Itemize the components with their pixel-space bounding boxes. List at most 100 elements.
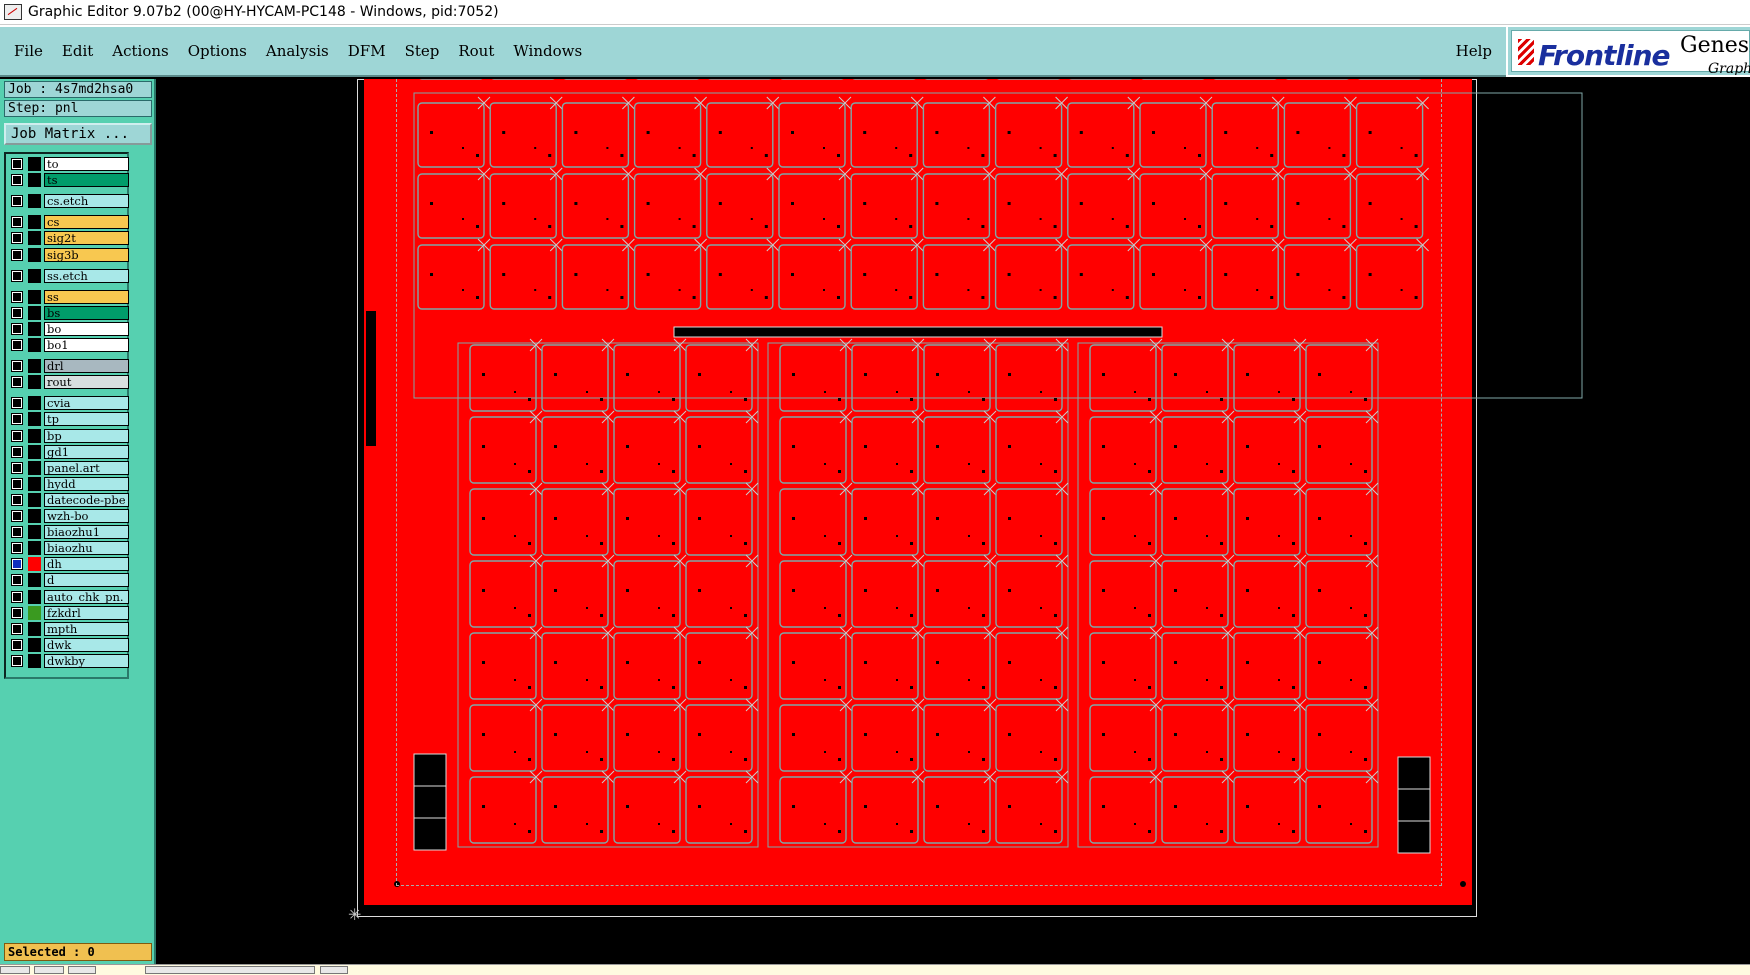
layer-color-swatch[interactable]	[28, 525, 41, 540]
layer-checkbox[interactable]	[12, 430, 22, 441]
layer-checkbox[interactable]	[12, 307, 22, 318]
layer-color-swatch[interactable]	[28, 509, 41, 523]
layer-color-swatch[interactable]	[28, 215, 41, 230]
layer-color-swatch[interactable]	[28, 305, 41, 320]
layer-checkbox[interactable]	[12, 361, 22, 372]
layer-color-swatch[interactable]	[28, 289, 41, 304]
layer-row-rout[interactable]: rout	[8, 375, 129, 390]
layer-row-cs-etch[interactable]: cs.etch	[8, 194, 129, 209]
layer-color-swatch[interactable]	[28, 338, 41, 352]
layer-list[interactable]: to ts cs.etch cs sig2t sig3b ss.etch ss bs bo bo1 d…	[4, 152, 129, 679]
layer-name[interactable]: dh	[44, 557, 129, 572]
layer-row-hydd[interactable]: hydd	[8, 476, 129, 491]
layer-checkbox[interactable]	[12, 527, 22, 538]
layer-name[interactable]: panel.art	[44, 460, 129, 475]
layer-row-cs[interactable]: cs	[8, 215, 129, 230]
layer-checkbox[interactable]	[12, 159, 22, 169]
layer-checkbox[interactable]	[12, 591, 22, 602]
layer-row-dh[interactable]: dh	[8, 557, 129, 572]
layer-color-swatch[interactable]	[28, 557, 41, 572]
layer-row-fzkdrl[interactable]: fzkdrl	[8, 605, 129, 620]
layer-checkbox[interactable]	[12, 462, 22, 473]
layer-checkbox[interactable]	[12, 575, 22, 586]
layer-name[interactable]: ss	[44, 289, 129, 304]
layer-name[interactable]: to	[44, 157, 129, 171]
layer-name[interactable]: ts	[44, 173, 129, 188]
layer-name[interactable]: fzkdrl	[44, 605, 129, 620]
layer-name[interactable]: tp	[44, 412, 129, 427]
layer-name[interactable]: biaozhu	[44, 541, 129, 556]
layer-name[interactable]: hydd	[44, 476, 129, 491]
layer-color-swatch[interactable]	[28, 476, 41, 491]
layer-checkbox[interactable]	[12, 323, 22, 334]
layer-color-swatch[interactable]	[28, 637, 41, 652]
layer-row-to[interactable]: to	[8, 157, 129, 171]
menu-dfm[interactable]: DFM	[348, 42, 386, 60]
layer-color-swatch[interactable]	[28, 653, 41, 668]
layer-name[interactable]: cs	[44, 215, 129, 230]
layer-row-mpth[interactable]: mpth	[8, 621, 129, 636]
menu-windows[interactable]: Windows	[513, 42, 582, 60]
layer-name[interactable]: sig2t	[44, 231, 129, 246]
layer-checkbox[interactable]	[12, 249, 22, 260]
layer-checkbox[interactable]	[12, 494, 22, 505]
menu-help[interactable]: Help	[1456, 42, 1492, 60]
layer-color-swatch[interactable]	[28, 541, 41, 556]
layer-row-bo[interactable]: bo	[8, 321, 129, 336]
layer-color-swatch[interactable]	[28, 621, 41, 636]
layer-color-swatch[interactable]	[28, 444, 41, 459]
layer-row-datecode-pbe[interactable]: datecode-pbe	[8, 492, 129, 507]
layer-row-gd1[interactable]: gd1	[8, 444, 129, 459]
layer-name[interactable]: mpth	[44, 621, 129, 636]
layer-checkbox[interactable]	[12, 398, 22, 409]
layer-name[interactable]: dwkby	[44, 653, 129, 668]
layer-row-biaozhu[interactable]: biaozhu	[8, 541, 129, 556]
bottom-button[interactable]	[320, 966, 348, 974]
layer-color-swatch[interactable]	[28, 375, 41, 390]
layer-name[interactable]: d	[44, 573, 129, 588]
layer-name[interactable]: rout	[44, 375, 129, 390]
layer-name[interactable]: bo1	[44, 338, 129, 352]
layer-color-swatch[interactable]	[28, 268, 41, 283]
layer-row-sig2t[interactable]: sig2t	[8, 231, 129, 246]
layer-row-drl[interactable]: drl	[8, 359, 129, 374]
layer-row-ts[interactable]: ts	[8, 173, 129, 188]
layer-row-d[interactable]: d	[8, 573, 129, 588]
layer-row-bs[interactable]: bs	[8, 305, 129, 320]
layer-row-panel-art[interactable]: panel.art	[8, 460, 129, 475]
layer-row-ss[interactable]: ss	[8, 289, 129, 304]
menu-file[interactable]: File	[14, 42, 43, 60]
menu-edit[interactable]: Edit	[62, 42, 93, 60]
layer-color-swatch[interactable]	[28, 428, 41, 443]
layer-name[interactable]: gd1	[44, 444, 129, 459]
layer-checkbox[interactable]	[12, 217, 22, 228]
layer-name[interactable]: bp	[44, 428, 129, 443]
layer-name[interactable]: cvia	[44, 396, 129, 411]
layer-checkbox[interactable]	[12, 270, 22, 281]
layer-color-swatch[interactable]	[28, 247, 41, 262]
layer-checkbox[interactable]	[12, 655, 22, 666]
layer-row-dwk[interactable]: dwk	[8, 637, 129, 652]
layer-name[interactable]: drl	[44, 359, 129, 374]
layer-checkbox[interactable]	[12, 478, 22, 489]
bottom-input[interactable]	[145, 966, 315, 974]
layer-checkbox[interactable]	[12, 623, 22, 634]
layer-row-cvia[interactable]: cvia	[8, 396, 129, 411]
layer-checkbox[interactable]	[12, 607, 22, 618]
layer-name[interactable]: bo	[44, 321, 129, 336]
bottom-button[interactable]	[0, 966, 30, 974]
layer-row-auto-chk-pn-[interactable]: auto_chk_pn.	[8, 589, 129, 604]
layer-row-wzh-bo[interactable]: wzh-bo	[8, 509, 129, 523]
layer-name[interactable]: cs.etch	[44, 194, 129, 209]
layer-checkbox[interactable]	[12, 196, 22, 207]
layer-row-sig3b[interactable]: sig3b	[8, 247, 129, 262]
layer-color-swatch[interactable]	[28, 396, 41, 411]
job-matrix-button[interactable]: Job Matrix ...	[4, 123, 152, 145]
layer-color-swatch[interactable]	[28, 231, 41, 246]
layer-row-biaozhu1[interactable]: biaozhu1	[8, 525, 129, 540]
layer-checkbox[interactable]	[12, 446, 22, 457]
layer-checkbox[interactable]	[12, 340, 22, 350]
layer-checkbox[interactable]	[12, 291, 22, 302]
menu-analysis[interactable]: Analysis	[266, 42, 329, 60]
layer-color-swatch[interactable]	[28, 460, 41, 475]
